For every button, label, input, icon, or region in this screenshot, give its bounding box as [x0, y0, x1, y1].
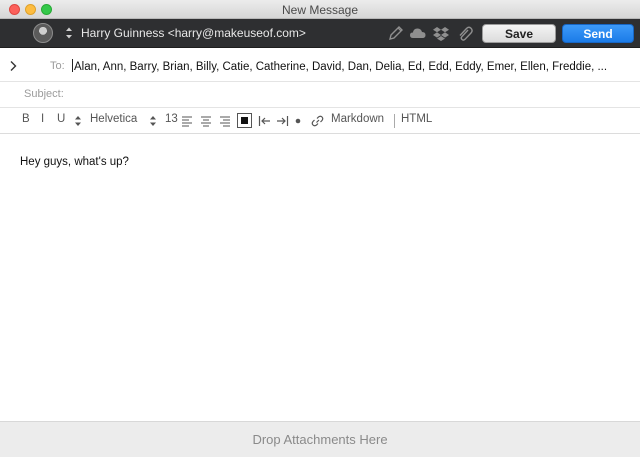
from-account-select[interactable]: Harry Guinness <harry@makeuseof.com>: [81, 26, 306, 40]
to-label: To:: [50, 60, 65, 72]
font-size-select[interactable]: 13: [165, 113, 178, 125]
save-button[interactable]: Save: [482, 24, 556, 43]
text-color-swatch[interactable]: [237, 113, 252, 128]
chevron-right-icon[interactable]: [8, 59, 18, 71]
align-center-icon[interactable]: [200, 115, 212, 127]
pencil-icon[interactable]: [387, 25, 405, 42]
window-title: New Message: [281, 3, 359, 17]
to-row: To: Alan, Ann, Barry, Brian, Billy, Cati…: [0, 48, 640, 82]
indent-icon[interactable]: [275, 115, 289, 127]
to-recipients: Alan, Ann, Barry, Brian, Billy, Catie, C…: [74, 61, 608, 73]
attachment-drop-zone[interactable]: Drop Attachments Here: [0, 421, 640, 457]
dropbox-icon[interactable]: [432, 25, 450, 42]
cloud-icon[interactable]: [409, 25, 427, 42]
paperclip-icon[interactable]: [456, 25, 474, 42]
send-button[interactable]: Send: [562, 24, 634, 43]
underline-button[interactable]: U: [57, 113, 65, 125]
markdown-button[interactable]: Markdown: [331, 113, 384, 125]
bold-button[interactable]: B: [22, 113, 30, 125]
subject-label: Subject:: [24, 88, 64, 100]
bullet-list-icon[interactable]: [295, 115, 301, 127]
from-account-stepper-icon[interactable]: [64, 25, 74, 41]
format-separator: [394, 114, 395, 128]
message-body[interactable]: Hey guys, what's up?: [20, 156, 129, 168]
outdent-icon[interactable]: [258, 115, 272, 127]
sender-avatar: [33, 23, 53, 43]
title-bar: New Message: [0, 0, 640, 19]
link-icon[interactable]: [311, 115, 324, 127]
compose-toolbar: Harry Guinness <harry@makeuseof.com> Sav…: [0, 19, 640, 48]
format-bar: B I U Helvetica 13 Markdown HTML: [0, 108, 640, 134]
font-family-select[interactable]: Helvetica: [90, 113, 137, 125]
size-stepper-icon[interactable]: [149, 115, 157, 127]
align-right-icon[interactable]: [219, 115, 231, 127]
font-stepper-icon[interactable]: [74, 115, 82, 127]
html-button[interactable]: HTML: [401, 113, 432, 125]
to-field[interactable]: Alan, Ann, Barry, Brian, Billy, Catie, C…: [72, 59, 607, 73]
italic-button[interactable]: I: [41, 113, 44, 125]
text-caret: [72, 59, 73, 72]
subject-row[interactable]: Subject:: [0, 82, 640, 108]
align-left-icon[interactable]: [181, 115, 193, 127]
